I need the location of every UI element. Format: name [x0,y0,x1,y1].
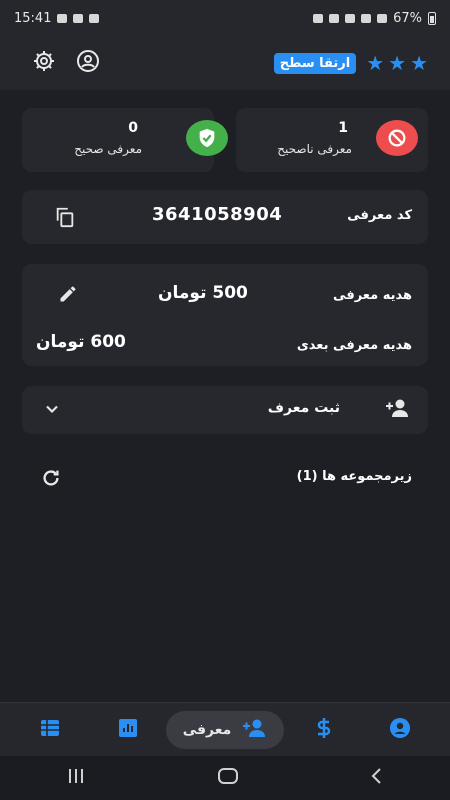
table-icon[interactable] [38,716,62,744]
referral-code-label: کد معرفی [347,208,412,223]
edit-icon[interactable] [58,284,78,308]
subgroups-label: زیرمجموعه ها (1) [296,469,412,484]
status-right: 67% [313,11,436,26]
subgroups-row: زیرمجموعه ها (1) [0,462,450,494]
register-referrer-label: ثبت معرف [267,400,340,416]
nav-referral-tab[interactable]: معرفی [166,711,284,749]
next-gift-value: 600 تومان [36,332,126,352]
copy-icon[interactable] [54,206,76,232]
link-icon [313,13,324,23]
next-gift-label: هدیه معرفی بعدی [296,338,412,353]
top-bar: ارتقا سطح ★ ★ ★ [0,36,450,90]
valid-referrals-label: معرفی صحیح [74,142,142,156]
app-notification-icon [73,13,84,23]
level-stars: ★ ★ ★ [366,53,428,73]
register-referrer-row[interactable]: ثبت معرف [22,386,428,434]
status-left: 15:41 [14,10,100,26]
image-notification-icon [57,13,68,23]
signal-icon [377,13,388,23]
referral-gift-card: هدیه معرفی 500 تومان هدیه معرفی بعدی 600… [22,264,428,366]
person-add-icon [384,397,410,423]
gift-label: هدیه معرفی [333,288,412,303]
account-circle-icon[interactable] [76,49,100,77]
referral-icon [241,717,267,743]
nav-referral-label: معرفی [182,722,232,738]
invalid-referrals-label: معرفی ناصحیح [277,142,352,156]
wifi-icon [361,13,372,23]
invalid-referrals-count: 1 [338,120,348,136]
alarm-icon [329,13,340,23]
chart-icon[interactable] [116,716,140,744]
star-icon: ★ [388,51,407,75]
status-bar: 15:41 67% [0,0,450,36]
block-icon [376,120,418,156]
battery-percent: 67% [393,10,422,26]
headset-icon [345,13,356,23]
recent-apps-icon[interactable] [66,767,86,789]
valid-referrals-card: 0 معرفی صحیح [22,108,228,172]
gift-value: 500 تومان [158,283,248,303]
system-navigation-bar [0,756,450,800]
level-group: ارتقا سطح ★ ★ ★ [273,52,428,74]
settings-icon[interactable] [32,49,56,77]
dollar-icon[interactable] [312,716,336,744]
valid-referrals-count: 0 [128,120,138,136]
message-notification-icon [89,13,100,23]
chevron-down-icon [42,399,62,423]
bottom-navigation: معرفی [0,702,450,756]
star-icon: ★ [366,51,385,75]
account-icon[interactable] [388,716,412,744]
referral-code-card: کد معرفی 3641058904 [22,190,428,244]
upgrade-level-button[interactable]: ارتقا سطح [273,52,357,74]
back-icon[interactable] [370,767,384,789]
star-icon: ★ [410,51,428,75]
invalid-referrals-card: 1 معرفی ناصحیح [236,108,428,172]
referral-code-value: 3641058904 [152,204,283,225]
shield-check-icon [186,120,228,156]
top-bar-actions [32,49,100,77]
battery-icon [428,11,436,25]
home-icon[interactable] [217,767,239,789]
status-time: 15:41 [14,10,52,26]
refresh-icon[interactable] [40,467,62,493]
